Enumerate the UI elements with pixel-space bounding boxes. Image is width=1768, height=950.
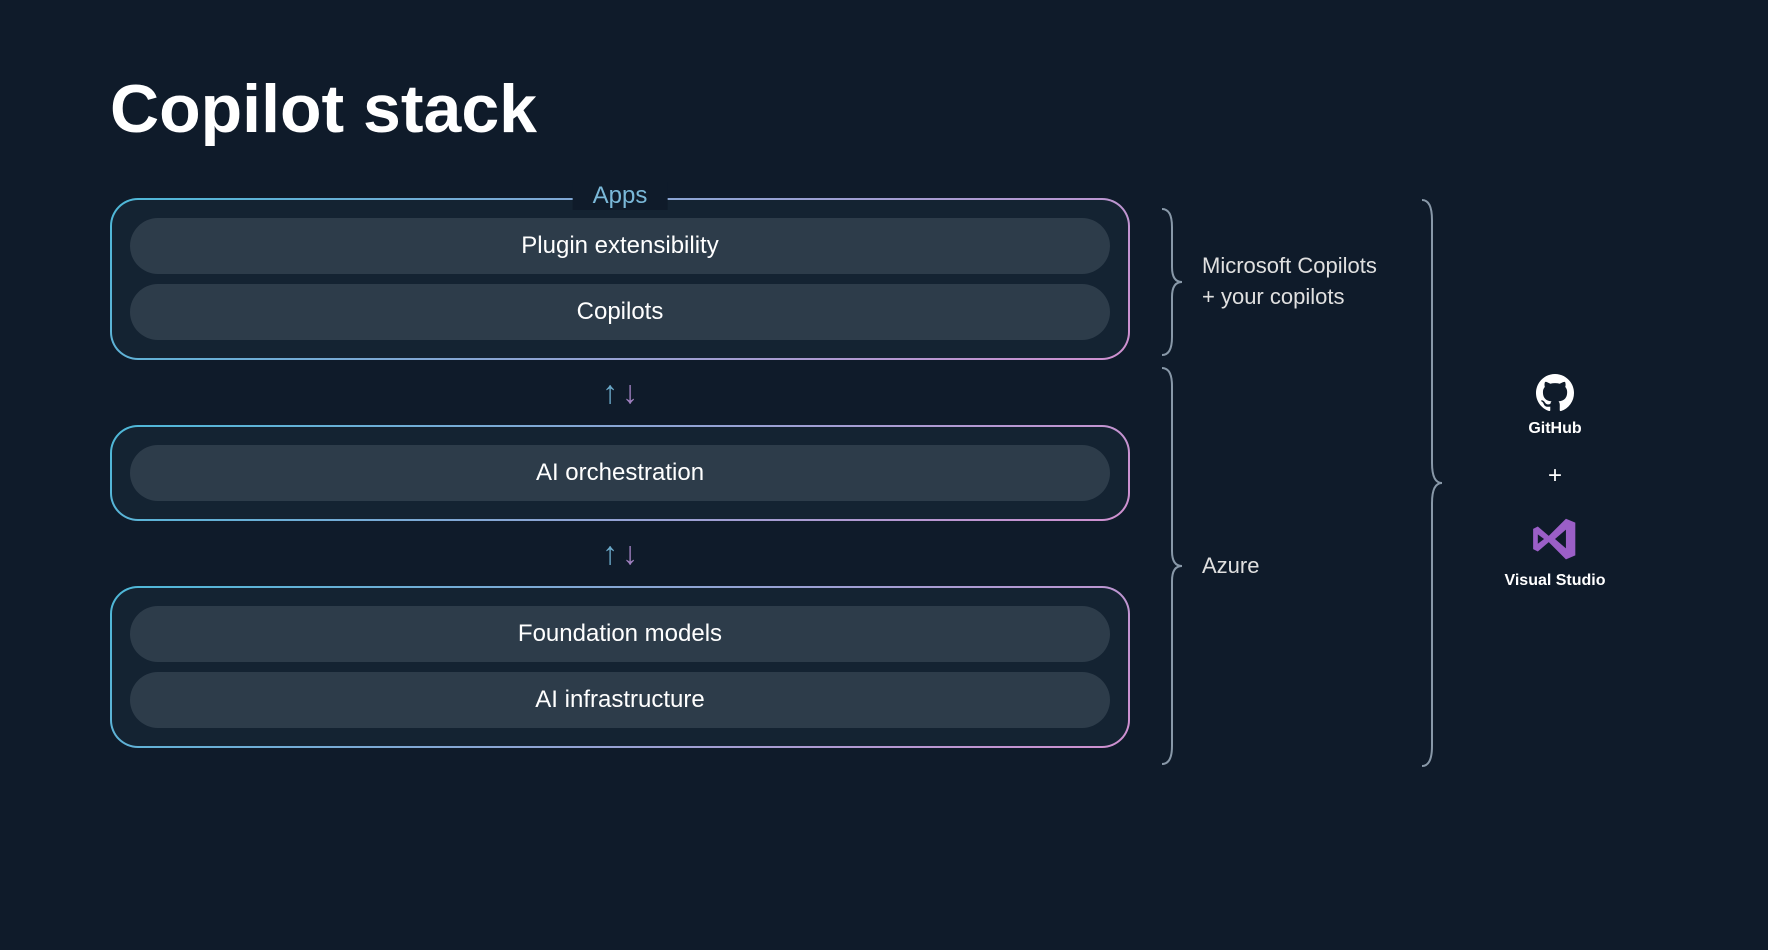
apps-group-label: Apps xyxy=(573,182,668,210)
bracket-column: Microsoft Copilots + your copilots Azure xyxy=(1160,198,1390,766)
copilots-bracket-label: Microsoft Copilots + your copilots xyxy=(1202,251,1377,313)
bracket-icon xyxy=(1160,207,1184,357)
arrow-up-icon: ↑ xyxy=(602,535,618,572)
arrows-top: ↑ ↓ xyxy=(110,360,1130,425)
foundation-models-pill: Foundation models xyxy=(130,606,1110,662)
tools-column: GitHub + Visual Studio xyxy=(1440,198,1640,766)
apps-group: Apps Plugin extensibility Copilots xyxy=(110,198,1130,360)
github-tool: GitHub xyxy=(1528,374,1581,438)
arrow-down-icon: ↓ xyxy=(622,535,638,572)
copilots-bracket-line1: Microsoft Copilots xyxy=(1202,253,1377,278)
visualstudio-label: Visual Studio xyxy=(1504,572,1605,590)
ai-infrastructure-pill: AI infrastructure xyxy=(130,672,1110,728)
arrow-up-icon: ↑ xyxy=(602,374,618,411)
arrows-bottom: ↑ ↓ xyxy=(110,521,1130,586)
orchestration-group: AI orchestration xyxy=(110,425,1130,521)
stack-column: Apps Plugin extensibility Copilots ↑ ↓ A… xyxy=(110,198,1130,766)
page-title: Copilot stack xyxy=(110,70,1658,148)
plugin-extensibility-pill: Plugin extensibility xyxy=(130,218,1110,274)
copilots-pill: Copilots xyxy=(130,284,1110,340)
tall-bracket-icon xyxy=(1420,198,1444,768)
arrow-down-icon: ↓ xyxy=(622,374,638,411)
bracket-icon xyxy=(1160,366,1184,766)
main-diagram: Apps Plugin extensibility Copilots ↑ ↓ A… xyxy=(110,198,1658,766)
azure-bracket-label: Azure xyxy=(1202,551,1259,582)
azure-bracket-group: Azure xyxy=(1160,366,1390,766)
copilots-bracket-group: Microsoft Copilots + your copilots xyxy=(1160,198,1390,366)
github-icon xyxy=(1536,374,1574,412)
plus-sign: + xyxy=(1548,462,1562,490)
ai-orchestration-pill: AI orchestration xyxy=(130,445,1110,501)
visualstudio-tool: Visual Studio xyxy=(1504,514,1605,590)
foundation-group: Foundation models AI infrastructure xyxy=(110,586,1130,748)
github-label: GitHub xyxy=(1528,420,1581,438)
visualstudio-icon xyxy=(1530,514,1580,564)
copilots-bracket-line2: + your copilots xyxy=(1202,284,1344,309)
